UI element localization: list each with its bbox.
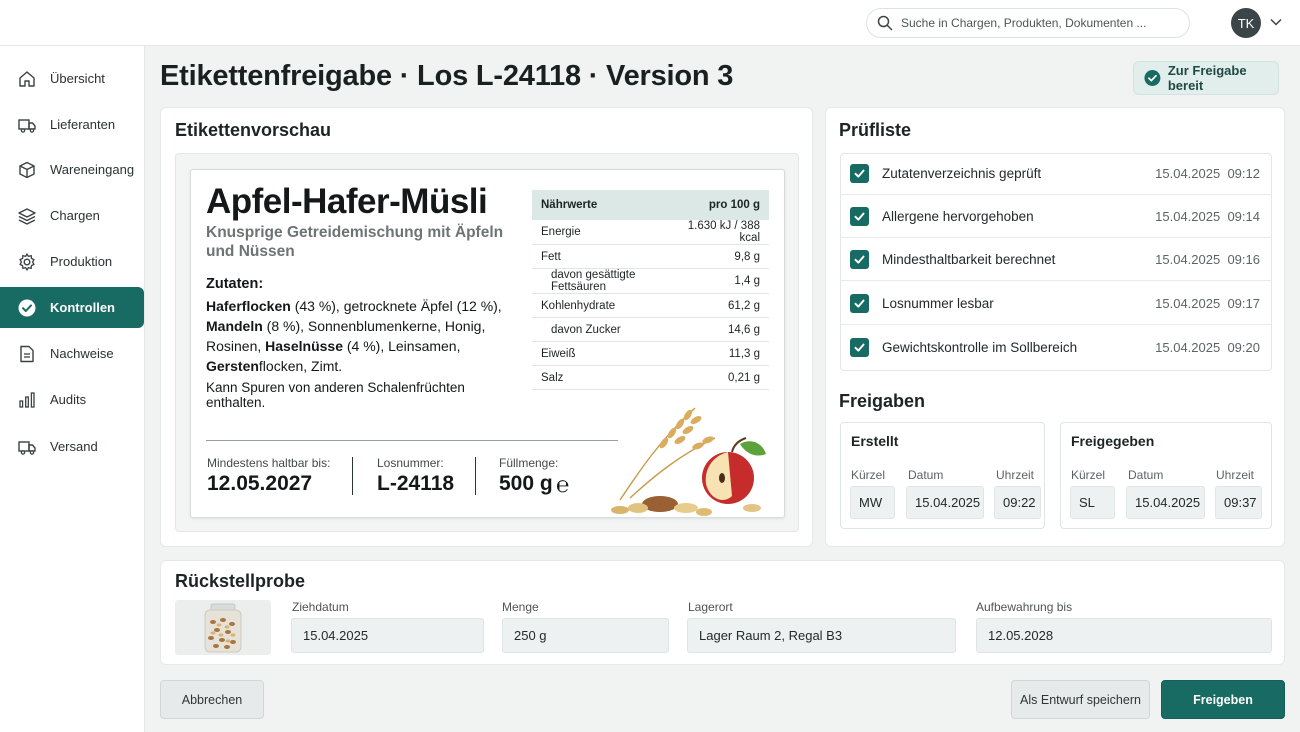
sidebar-item-wareneingang[interactable]: Wareneingang bbox=[0, 149, 144, 190]
fill-label: Füllmenge: bbox=[499, 456, 559, 470]
meta-divider bbox=[352, 457, 353, 495]
checklist-item: Mindesthaltbarkeit berechnet 15.04.2025 … bbox=[840, 238, 1272, 281]
checkbox[interactable] bbox=[850, 293, 869, 313]
checkbox[interactable] bbox=[850, 249, 869, 269]
sample-jar-image bbox=[175, 600, 271, 655]
fill-value: 500 g bbox=[499, 472, 553, 495]
sidebar-item-audits[interactable]: Audits bbox=[0, 379, 144, 420]
date-label: Datum bbox=[1128, 468, 1164, 482]
ingredients-list: Haferflocken (43 %), getrocknete Äpfel (… bbox=[206, 298, 502, 374]
meta-divider bbox=[475, 457, 476, 495]
approved-date-field[interactable]: 15.04.2025 bbox=[1126, 486, 1205, 519]
search-placeholder: Suche in Chargen, Produkten, Dokumenten … bbox=[901, 16, 1147, 30]
keep-until-field[interactable]: 12.05.2028 bbox=[976, 618, 1272, 653]
page-title: Etikettenfreigabe · Los L-24118 · Versio… bbox=[160, 60, 734, 92]
truck-icon bbox=[17, 437, 37, 457]
nutrition-row: Fett 9,8 g bbox=[532, 244, 769, 269]
nutrition-row: Eiweiß 11,3 g bbox=[532, 341, 769, 366]
checklist-title: Prüfliste bbox=[839, 120, 912, 140]
gear-icon bbox=[17, 252, 37, 272]
check-circle-icon bbox=[1144, 70, 1161, 86]
nutrition-table: Nährwerte pro 100 g Energie 1.630 kJ / 388… bbox=[532, 190, 769, 390]
lot-value: L-24118 bbox=[377, 472, 455, 495]
sidebar-item-uebersicht[interactable]: Übersicht bbox=[0, 58, 144, 99]
home-icon bbox=[17, 69, 37, 89]
lot-label: Losnummer: bbox=[377, 456, 444, 470]
approve-button[interactable]: Freigeben bbox=[1161, 680, 1285, 719]
sidebar-item-versand[interactable]: Versand bbox=[0, 426, 144, 467]
sidebar-item-lieferanten[interactable]: Lieferanten bbox=[0, 104, 144, 145]
checklist-item: Allergene hervorgehoben 15.04.2025 09:14 bbox=[840, 195, 1272, 238]
created-initials-field[interactable]: MW bbox=[850, 486, 895, 519]
checkbox[interactable] bbox=[850, 206, 869, 226]
chevron-down-icon[interactable] bbox=[1269, 15, 1283, 29]
initials-label: Kürzel bbox=[1071, 468, 1106, 482]
status-badge: Zur Freigabe bereit bbox=[1133, 61, 1279, 95]
check-icon bbox=[854, 169, 865, 178]
check-circle-icon bbox=[17, 298, 37, 318]
best-before-label: Mindestens haltbar bis: bbox=[207, 456, 331, 470]
preview-title: Etikettenvorschau bbox=[175, 120, 332, 140]
initials-label: Kürzel bbox=[851, 468, 886, 482]
allergen-trace-note: Kann Spuren von anderen Schalenfrüchten … bbox=[206, 380, 465, 410]
sidebar-item-chargen[interactable]: Chargen bbox=[0, 195, 144, 236]
search-icon bbox=[877, 15, 893, 31]
nutrition-row: davon Zucker 14,6 g bbox=[532, 317, 769, 342]
nutrition-row: davon gesättigte Fettsäuren 1,4 g bbox=[532, 268, 769, 294]
approval-approved-title: Freigegeben bbox=[1071, 433, 1155, 449]
checklist-item: Losnummer lesbar 15.04.2025 09:17 bbox=[840, 282, 1272, 325]
approved-time-field[interactable]: 09:37 bbox=[1215, 486, 1262, 519]
checkbox[interactable] bbox=[850, 338, 869, 357]
amount-label: Menge bbox=[502, 600, 539, 614]
apple-oat-illustration bbox=[611, 407, 766, 516]
avatar[interactable]: TK bbox=[1231, 8, 1261, 38]
nutrition-row: Salz 0,21 g bbox=[532, 365, 769, 390]
check-icon bbox=[854, 343, 865, 352]
time-label: Uhrzeit bbox=[1216, 468, 1255, 482]
date-label: Datum bbox=[908, 468, 944, 482]
created-date-field[interactable]: 15.04.2025 bbox=[906, 486, 984, 519]
amount-field[interactable]: 250 g bbox=[502, 618, 669, 653]
checkbox[interactable] bbox=[850, 163, 869, 183]
checklist-item: Gewichtskontrolle im Sollbereich 15.04.2… bbox=[840, 326, 1272, 369]
bar-chart-icon bbox=[17, 390, 37, 410]
layers-icon bbox=[17, 206, 37, 226]
created-time-field[interactable]: 09:22 bbox=[994, 486, 1041, 519]
cancel-button[interactable]: Abbrechen bbox=[160, 680, 264, 719]
search-input[interactable]: Suche in Chargen, Produkten, Dokumenten … bbox=[866, 8, 1190, 38]
save-draft-button[interactable]: Als Entwurf speichern bbox=[1011, 680, 1150, 719]
location-field[interactable]: Lager Raum 2, Regal B3 bbox=[687, 618, 956, 653]
e-mark: ℮ bbox=[556, 473, 570, 498]
draw-date-field[interactable]: 15.04.2025 bbox=[291, 618, 484, 653]
check-icon bbox=[854, 255, 865, 264]
sidebar: Übersicht Lieferanten Wareneingang Charg… bbox=[0, 46, 145, 732]
check-icon bbox=[854, 299, 865, 308]
keep-until-label: Aufbewahrung bis bbox=[976, 600, 1073, 614]
best-before-value: 12.05.2027 bbox=[207, 472, 313, 495]
product-name: Apfel-Hafer-Müsli bbox=[206, 182, 488, 221]
sidebar-item-produktion[interactable]: Produktion bbox=[0, 241, 144, 282]
truck-icon bbox=[17, 115, 37, 135]
document-icon bbox=[17, 344, 37, 364]
sidebar-item-kontrollen[interactable]: Kontrollen bbox=[0, 287, 144, 328]
box-icon bbox=[17, 160, 37, 180]
top-bar: Suche in Chargen, Produkten, Dokumenten … bbox=[0, 0, 1300, 46]
check-icon bbox=[854, 212, 865, 221]
sidebar-item-nachweise[interactable]: Nachweise bbox=[0, 333, 144, 374]
label-divider bbox=[206, 440, 618, 441]
nutrition-row: Energie 1.630 kJ / 388 kcal bbox=[532, 220, 769, 245]
approval-created-title: Erstellt bbox=[851, 433, 899, 449]
approvals-title: Freigaben bbox=[839, 391, 926, 411]
retain-sample-title: Rückstellprobe bbox=[175, 571, 306, 591]
checklist-item: Zutatenverzeichnis geprüft 15.04.2025 09… bbox=[840, 152, 1272, 195]
approved-initials-field[interactable]: SL bbox=[1070, 486, 1115, 519]
draw-date-label: Ziehdatum bbox=[292, 600, 349, 614]
ingredients-title: Zutaten: bbox=[206, 276, 264, 292]
product-subtitle: Knusprige Getreidemischung mit Äpfeln un… bbox=[206, 224, 504, 260]
time-label: Uhrzeit bbox=[996, 468, 1035, 482]
location-label: Lagerort bbox=[688, 600, 733, 614]
nutrition-row: Kohlenhydrate 61,2 g bbox=[532, 293, 769, 318]
